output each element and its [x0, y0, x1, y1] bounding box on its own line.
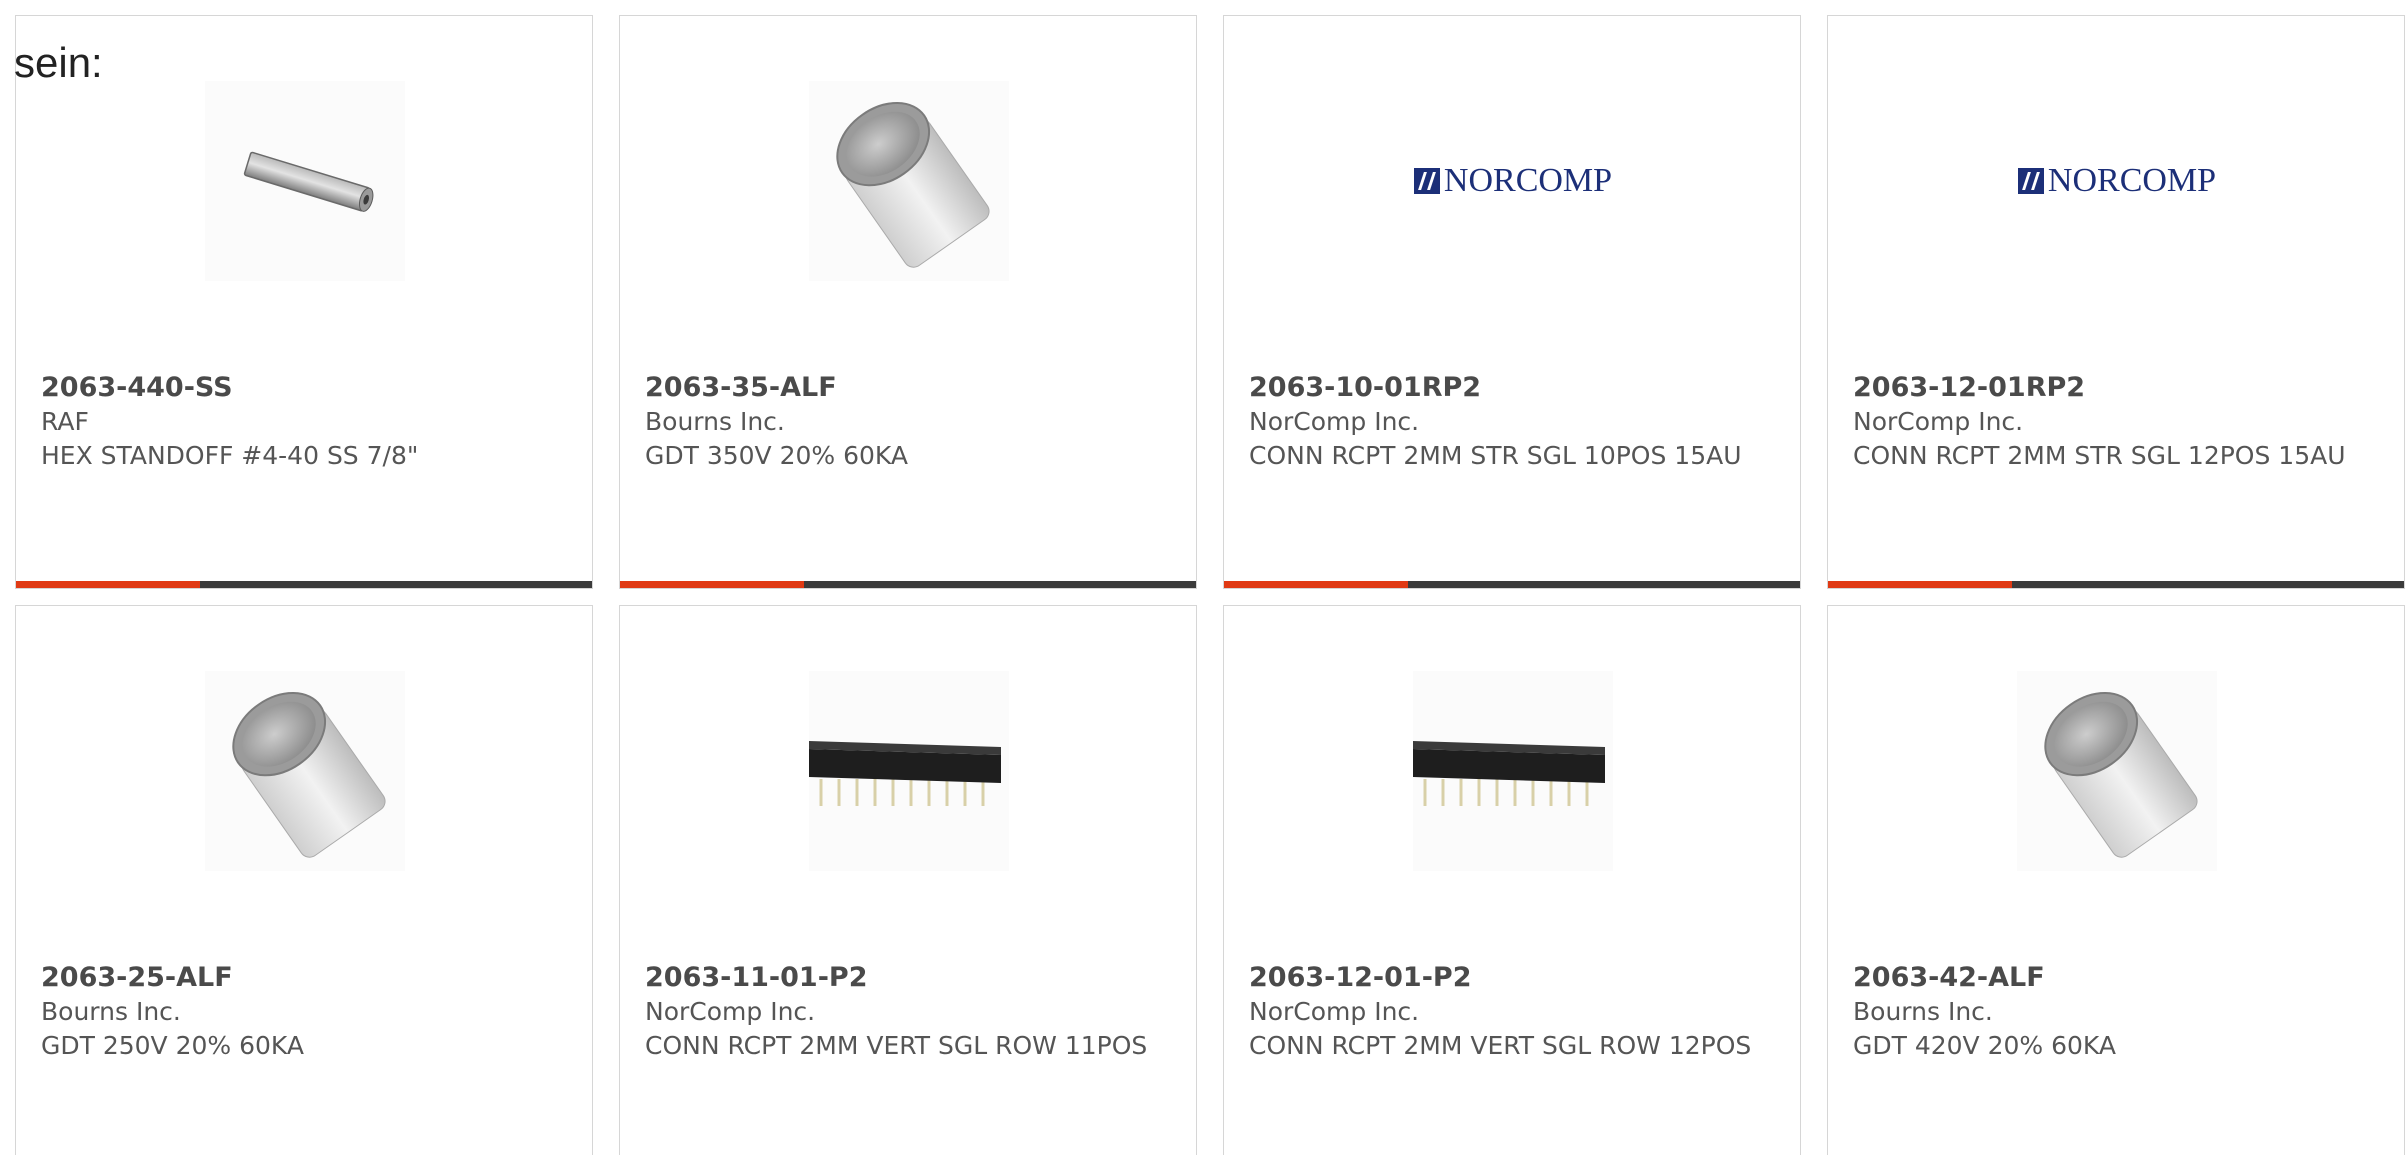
product-card[interactable]: NORCOMP 2063-10-01RP2 NorComp Inc. CONN … [1223, 15, 1801, 589]
intro-text: sein: [14, 39, 103, 86]
part-number[interactable]: 2063-25-ALF [41, 961, 561, 995]
product-info: 2063-12-01RP2 NorComp Inc. CONN RCPT 2MM… [1853, 371, 2373, 473]
progress-bar [16, 581, 592, 588]
progress-bar [1828, 581, 2404, 588]
part-number[interactable]: 2063-10-01RP2 [1249, 371, 1769, 405]
product-image[interactable]: NORCOMP [1413, 81, 1613, 281]
product-image[interactable] [205, 81, 405, 281]
description: GDT 350V 20% 60KA [645, 441, 908, 470]
description: CONN RCPT 2MM VERT SGL ROW 11POS [645, 1031, 1148, 1060]
product-image[interactable] [809, 671, 1009, 871]
product-image[interactable] [1413, 671, 1613, 871]
part-number[interactable]: 2063-11-01-P2 [645, 961, 1165, 995]
manufacturer: NorComp Inc. [1853, 407, 2024, 436]
description: CONN RCPT 2MM STR SGL 10POS 15AU [1249, 441, 1742, 470]
gas-discharge-tube-image [836, 102, 990, 268]
description: HEX STANDOFF #4-40 SS 7/8" [41, 441, 419, 470]
norcomp-logo-mark [2017, 168, 2044, 194]
hex-standoff-image [243, 151, 374, 212]
norcomp-logo: NORCOMP [1413, 162, 1613, 200]
part-number[interactable]: 2063-35-ALF [645, 371, 1165, 405]
manufacturer: NorComp Inc. [645, 997, 816, 1026]
product-info: 2063-10-01RP2 NorComp Inc. CONN RCPT 2MM… [1249, 371, 1769, 473]
part-number[interactable]: 2063-42-ALF [1853, 961, 2373, 995]
manufacturer: NorComp Inc. [1249, 407, 1420, 436]
product-info: 2063-42-ALF Bourns Inc. GDT 420V 20% 60K… [1853, 961, 2373, 1063]
product-grid: sein: 2063-440-SS RAF HEX STANDOFF #4-40… [0, 0, 2408, 1155]
gas-discharge-tube-image [2044, 692, 2198, 858]
description: CONN RCPT 2MM STR SGL 12POS 15AU [1853, 441, 2346, 470]
product-image[interactable] [205, 671, 405, 871]
product-card[interactable]: 2063-12-01-P2 NorComp Inc. CONN RCPT 2MM… [1223, 605, 1801, 1155]
logo-text: NORCOMP [2047, 162, 2217, 199]
part-number[interactable]: 2063-12-01RP2 [1853, 371, 2373, 405]
product-card[interactable]: 2063-440-SS RAF HEX STANDOFF #4-40 SS 7/… [15, 15, 593, 589]
manufacturer: RAF [41, 407, 89, 436]
part-number[interactable]: 2063-12-01-P2 [1249, 961, 1769, 995]
manufacturer: Bourns Inc. [41, 997, 181, 1026]
product-card[interactable]: 2063-11-01-P2 NorComp Inc. CONN RCPT 2MM… [619, 605, 1197, 1155]
product-image[interactable] [2017, 671, 2217, 871]
progress-fill [16, 581, 201, 588]
product-image[interactable] [809, 81, 1009, 281]
description: GDT 420V 20% 60KA [1853, 1031, 2116, 1060]
product-info: 2063-35-ALF Bourns Inc. GDT 350V 20% 60K… [645, 371, 1165, 473]
norcomp-logo-mark [1413, 168, 1440, 194]
progress-fill [1224, 581, 1409, 588]
logo-text: NORCOMP [1443, 162, 1613, 199]
progress-fill [620, 581, 805, 588]
norcomp-logo: NORCOMP [2017, 162, 2217, 200]
gas-discharge-tube-image [232, 692, 386, 858]
pin-header-connector-image [1413, 741, 1605, 806]
product-card[interactable]: 2063-42-ALF Bourns Inc. GDT 420V 20% 60K… [1827, 605, 2405, 1155]
product-image[interactable]: NORCOMP [2017, 81, 2217, 281]
product-card[interactable]: 2063-35-ALF Bourns Inc. GDT 350V 20% 60K… [619, 15, 1197, 589]
product-info: 2063-440-SS RAF HEX STANDOFF #4-40 SS 7/… [41, 371, 561, 473]
product-info: 2063-25-ALF Bourns Inc. GDT 250V 20% 60K… [41, 961, 561, 1063]
description: GDT 250V 20% 60KA [41, 1031, 304, 1060]
description: CONN RCPT 2MM VERT SGL ROW 12POS [1249, 1031, 1752, 1060]
product-card[interactable]: 2063-25-ALF Bourns Inc. GDT 250V 20% 60K… [15, 605, 593, 1155]
manufacturer: Bourns Inc. [1853, 997, 1993, 1026]
progress-fill [1828, 581, 2013, 588]
part-number[interactable]: 2063-440-SS [41, 371, 561, 405]
product-info: 2063-11-01-P2 NorComp Inc. CONN RCPT 2MM… [645, 961, 1165, 1063]
product-card[interactable]: NORCOMP 2063-12-01RP2 NorComp Inc. CONN … [1827, 15, 2405, 589]
progress-bar [620, 581, 1196, 588]
manufacturer: Bourns Inc. [645, 407, 785, 436]
progress-bar [1224, 581, 1800, 588]
product-info: 2063-12-01-P2 NorComp Inc. CONN RCPT 2MM… [1249, 961, 1769, 1063]
pin-header-connector-image [809, 741, 1001, 806]
manufacturer: NorComp Inc. [1249, 997, 1420, 1026]
